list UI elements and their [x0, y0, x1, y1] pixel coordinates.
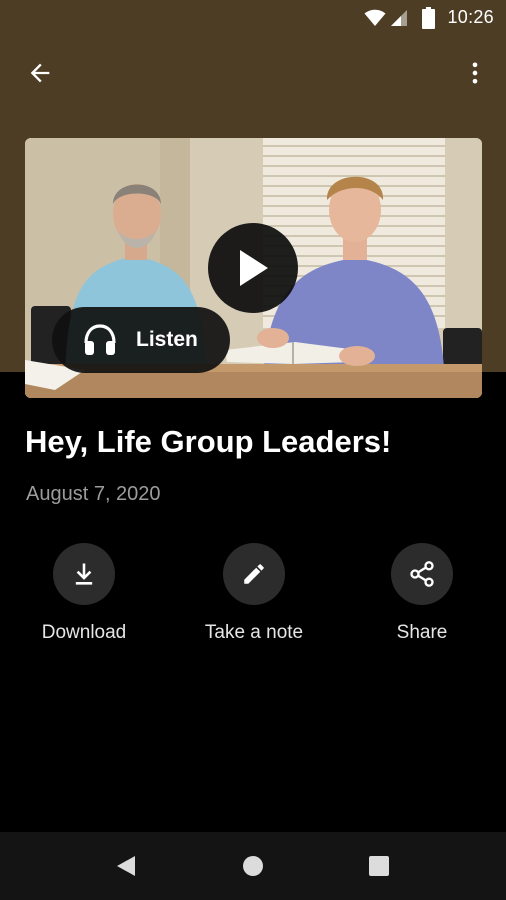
- cell-signal-icon: [391, 10, 407, 26]
- play-button[interactable]: [208, 223, 298, 313]
- take-note-button[interactable]: Take a note: [184, 543, 324, 644]
- wifi-icon: [364, 9, 386, 26]
- system-nav-bar: [0, 832, 506, 900]
- more-options-button[interactable]: [451, 49, 499, 97]
- play-icon: [240, 250, 268, 286]
- download-label: Download: [41, 622, 127, 643]
- nav-back-icon: [117, 856, 135, 876]
- nav-home-button[interactable]: [231, 844, 275, 888]
- nav-recents-button[interactable]: [357, 844, 401, 888]
- listen-label: Listen: [136, 328, 198, 351]
- nav-recents-icon: [369, 856, 389, 876]
- pencil-icon: [244, 564, 264, 584]
- download-button[interactable]: Download: [14, 543, 154, 644]
- back-button[interactable]: [16, 49, 64, 97]
- status-bar: 10:26: [0, 0, 506, 36]
- pencil-icon-circle: [223, 543, 285, 605]
- publish-date: August 7, 2020: [26, 483, 161, 505]
- take-note-label: Take a note: [204, 622, 304, 643]
- share-button[interactable]: Share: [352, 543, 492, 644]
- headphones-icon: [84, 324, 116, 355]
- screen: 10:26 Listen Hey, Life Group Leaders! Au…: [0, 0, 506, 900]
- page-title: Hey, Life Group Leaders!: [25, 424, 392, 459]
- battery-icon: [422, 7, 435, 29]
- nav-back-button[interactable]: [104, 844, 148, 888]
- more-vert-icon: [472, 62, 478, 84]
- listen-button[interactable]: Listen: [52, 307, 230, 373]
- status-time: 10:26: [447, 7, 494, 27]
- nav-home-icon: [243, 856, 263, 876]
- share-label: Share: [396, 622, 448, 643]
- share-icon: [410, 561, 434, 587]
- download-icon: [75, 563, 93, 585]
- share-icon-circle: [391, 543, 453, 605]
- download-icon-circle: [53, 543, 115, 605]
- arrow-back-icon: [30, 63, 50, 83]
